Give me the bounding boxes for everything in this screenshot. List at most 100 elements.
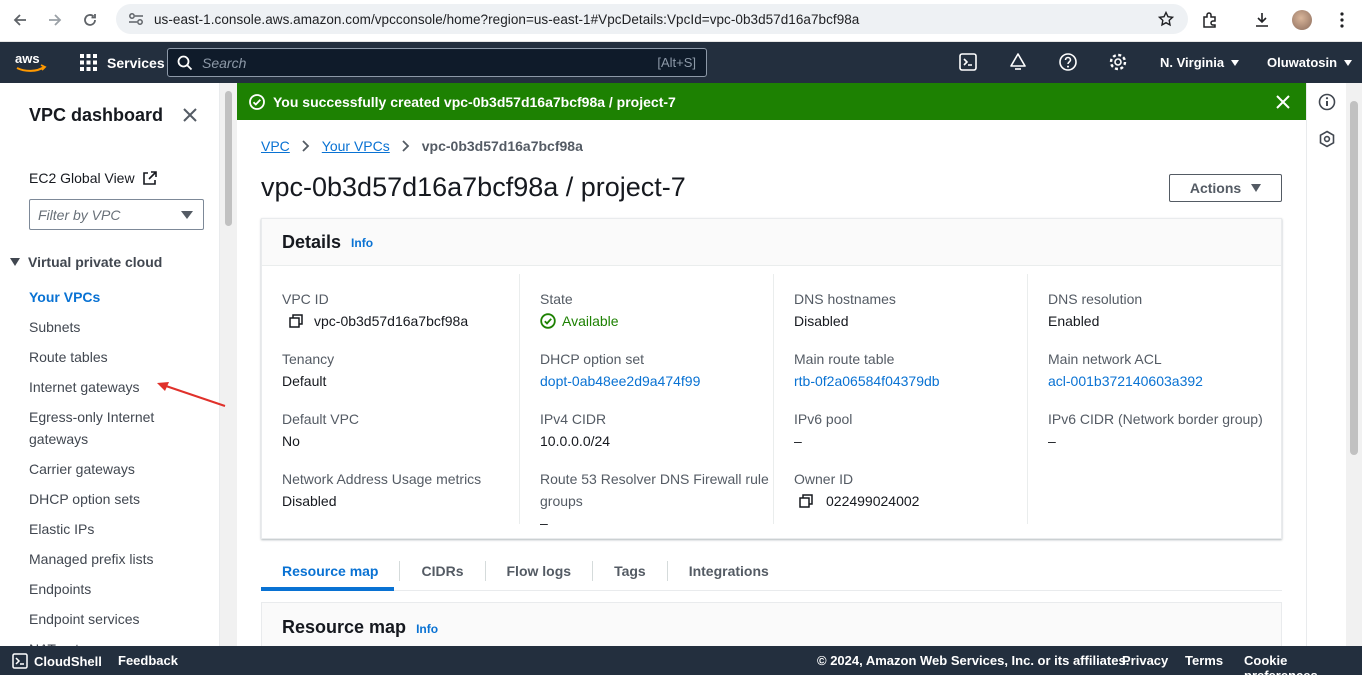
download-icon[interactable] — [1242, 2, 1282, 38]
profile-avatar[interactable] — [1282, 2, 1322, 38]
terms-link[interactable]: Terms — [1185, 653, 1223, 668]
flash-message: You successfully created vpc-0b3d57d16a7… — [273, 93, 676, 110]
sidebar-item-elastic-ips[interactable]: Elastic IPs — [29, 514, 214, 544]
sidebar-item-route-tables[interactable]: Route tables — [29, 342, 214, 372]
sidebar-item-label: EC2 Global View — [29, 170, 135, 186]
search-icon — [177, 55, 193, 71]
main-content: You successfully created vpc-0b3d57d16a7… — [237, 83, 1306, 646]
main-route-table-link[interactable]: rtb-0f2a06584f04379db — [794, 370, 1024, 392]
detail-value: vpc-0b3d57d16a7bcf98a — [282, 310, 512, 332]
cookie-preferences-link[interactable]: Cookie preferences — [1244, 653, 1362, 683]
detail-value: – — [1048, 433, 1056, 449]
detail-route53-firewall: Route 53 Resolver DNS Firewall rule grou… — [540, 468, 770, 534]
tab-tags[interactable]: Tags — [592, 561, 667, 581]
sidebar-title[interactable]: VPC dashboard — [29, 105, 163, 126]
detail-key: DNS resolution — [1048, 291, 1143, 307]
sidebar-item-managed-prefix-lists[interactable]: Managed prefix lists — [29, 544, 214, 574]
sidebar-item-endpoint-services[interactable]: Endpoint services — [29, 604, 214, 634]
cloudshell-button[interactable]: CloudShell — [12, 653, 102, 669]
detail-key: VPC ID — [282, 291, 329, 307]
right-tools-rail — [1306, 83, 1346, 646]
detail-value: – — [794, 433, 802, 449]
close-icon[interactable] — [1276, 95, 1290, 109]
tab-cidrs[interactable]: CIDRs — [399, 561, 484, 581]
hexagon-settings-icon[interactable] — [1318, 130, 1336, 148]
details-panel: Details Info VPC ID vpc-0b3d57d16a7bcf98… — [261, 218, 1282, 539]
detail-key: IPv4 CIDR — [540, 411, 607, 427]
privacy-link[interactable]: Privacy — [1122, 653, 1168, 668]
success-flash-banner: You successfully created vpc-0b3d57d16a7… — [237, 83, 1306, 120]
detail-nau-metrics: Network Address Usage metrics Disabled — [282, 468, 512, 512]
browser-toolbar: us-east-1.console.aws.amazon.com/vpccons… — [0, 0, 1362, 42]
copyright-text: © 2024, Amazon Web Services, Inc. or its… — [817, 653, 1130, 668]
back-icon[interactable] — [2, 2, 38, 38]
detail-value: No — [282, 433, 300, 449]
region-selector[interactable]: N. Virginia — [1160, 42, 1240, 83]
detail-value: Enabled — [1048, 313, 1100, 329]
breadcrumb-vpc[interactable]: VPC — [261, 138, 290, 154]
external-link-icon — [135, 170, 157, 186]
reload-icon[interactable] — [72, 2, 108, 38]
info-link[interactable]: Info — [416, 622, 438, 636]
resource-map-panel: Resource map Info — [261, 602, 1282, 646]
tab-bar: Resource map CIDRs Flow logs Tags Integr… — [261, 552, 1282, 591]
sidebar-section-virtual-private-cloud[interactable]: Virtual private cloud — [10, 254, 162, 270]
vpc-id-value: vpc-0b3d57d16a7bcf98a — [314, 313, 469, 329]
detail-main-route-table: Main route table rtb-0f2a06584f04379db — [794, 348, 1024, 392]
feedback-link[interactable]: Feedback — [118, 653, 178, 668]
forward-icon[interactable] — [37, 2, 73, 38]
resource-map-title: Resource map — [282, 617, 407, 637]
dhcp-option-set-link[interactable]: dopt-0ab48ee2d9a474f99 — [540, 370, 770, 392]
filter-placeholder: Filter by VPC — [38, 207, 121, 223]
sidebar-item-nat-gateways[interactable]: NAT gateways — [29, 634, 214, 646]
services-menu[interactable]: Services — [80, 42, 165, 83]
sidebar-item-dhcp-option-sets[interactable]: DHCP option sets — [29, 484, 214, 514]
detail-tenancy: Tenancy Default — [282, 348, 512, 392]
details-column: VPC ID vpc-0b3d57d16a7bcf98a Tenancy Def… — [262, 274, 516, 524]
info-link[interactable]: Info — [351, 236, 373, 250]
notifications-bell-icon[interactable] — [1008, 52, 1028, 72]
vpc-filter-select[interactable]: Filter by VPC — [29, 199, 204, 230]
search-input[interactable]: Search [Alt+S] — [167, 48, 707, 77]
user-menu[interactable]: Oluwatosin — [1267, 42, 1353, 83]
scrollbar-thumb[interactable] — [1350, 101, 1358, 455]
sidebar-item-your-vpcs[interactable]: Your VPCs — [29, 282, 214, 312]
bookmark-star-icon[interactable] — [1158, 11, 1174, 27]
detail-key: Owner ID — [794, 471, 854, 487]
scrollbar-thumb[interactable] — [225, 91, 232, 226]
browser-menu-icon[interactable] — [1322, 2, 1362, 38]
chevron-down-icon — [181, 211, 193, 219]
help-icon[interactable] — [1058, 52, 1078, 72]
sidebar-item-carrier-gateways[interactable]: Carrier gateways — [29, 454, 214, 484]
close-icon[interactable] — [182, 107, 198, 123]
settings-gear-icon[interactable] — [1108, 52, 1128, 72]
sidebar-item-subnets[interactable]: Subnets — [29, 312, 214, 342]
details-column: DNS hostnames Disabled Main route table … — [773, 274, 1027, 524]
main-network-acl-link[interactable]: acl-001b372140603a392 — [1048, 370, 1278, 392]
breadcrumb-current: vpc-0b3d57d16a7bcf98a — [421, 138, 583, 154]
copy-icon[interactable] — [282, 314, 314, 328]
site-info-icon[interactable] — [128, 12, 144, 26]
tab-integrations[interactable]: Integrations — [666, 561, 790, 581]
sidebar-item-endpoints[interactable]: Endpoints — [29, 574, 214, 604]
copy-icon[interactable] — [794, 494, 826, 508]
detail-value: – — [540, 515, 548, 531]
detail-value: Disabled — [794, 313, 849, 329]
detail-key: Network Address Usage metrics — [282, 471, 482, 487]
url-text: us-east-1.console.aws.amazon.com/vpccons… — [154, 11, 860, 27]
sidebar-scrollbar[interactable] — [220, 83, 237, 646]
tab-resource-map[interactable]: Resource map — [261, 561, 399, 581]
aws-logo-icon[interactable]: aws — [15, 52, 47, 74]
sidebar-item-ec2-global-view[interactable]: EC2 Global View — [29, 170, 157, 186]
extensions-icon[interactable] — [1190, 2, 1230, 38]
actions-button[interactable]: Actions — [1169, 174, 1282, 202]
address-bar[interactable]: us-east-1.console.aws.amazon.com/vpccons… — [116, 4, 1188, 34]
chevron-down-icon — [1344, 59, 1353, 66]
cloudshell-icon[interactable] — [958, 52, 978, 72]
active-tab-indicator — [261, 587, 394, 591]
tab-flow-logs[interactable]: Flow logs — [484, 561, 593, 581]
info-panel-icon[interactable] — [1318, 93, 1336, 111]
main-scrollbar[interactable] — [1346, 83, 1362, 646]
breadcrumb-your-vpcs[interactable]: Your VPCs — [322, 138, 390, 154]
detail-key: Route 53 Resolver DNS Firewall rule grou… — [540, 471, 769, 509]
